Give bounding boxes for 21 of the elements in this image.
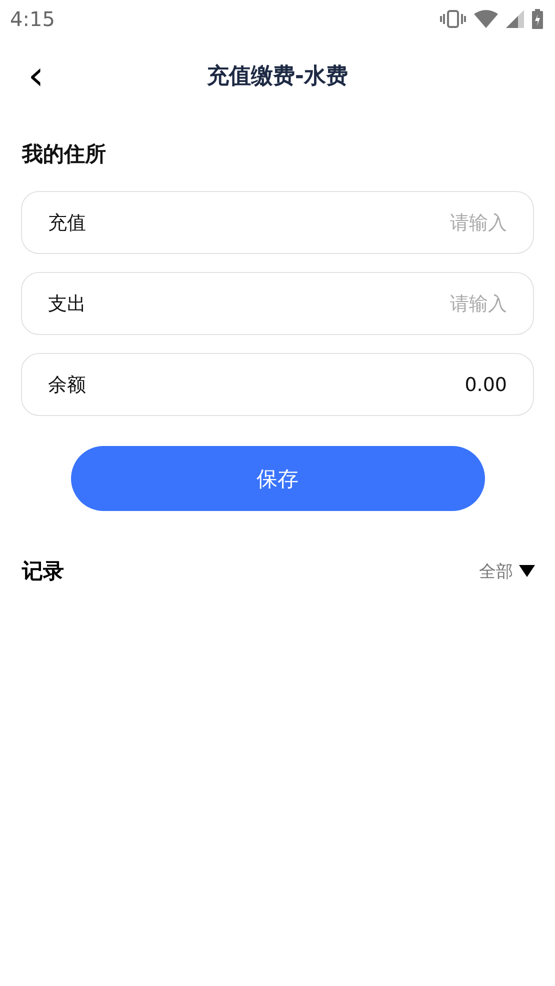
caret-icon	[519, 565, 535, 577]
back-button[interactable]: ‹	[22, 56, 50, 96]
text-input[interactable]: 请输入	[86, 208, 507, 238]
field-label: 充值	[48, 210, 86, 236]
text-input[interactable]: 请输入	[86, 288, 507, 318]
field-label: 支出	[48, 292, 86, 316]
input-field[interactable]: 充值 请输入	[21, 191, 534, 254]
vibrate-icon	[440, 10, 466, 28]
page-title: 充值缴费-水费	[206, 62, 348, 91]
section-title: 我的住所	[22, 141, 107, 168]
battery-icon	[532, 9, 543, 29]
signal-icon	[506, 10, 524, 28]
save-button[interactable]: 保存	[70, 446, 484, 511]
input-field[interactable]: 支出 请输入	[21, 272, 534, 335]
text-input[interactable]: 0.00	[86, 370, 507, 400]
section-title: 记录	[22, 558, 64, 585]
field-label: 余额	[48, 372, 86, 398]
input-field[interactable]: 余额 0.00	[21, 353, 534, 416]
filter-dropdown[interactable]: 全部	[479, 560, 535, 582]
wifi-icon	[474, 10, 498, 28]
status-time: 4:15	[10, 7, 55, 31]
